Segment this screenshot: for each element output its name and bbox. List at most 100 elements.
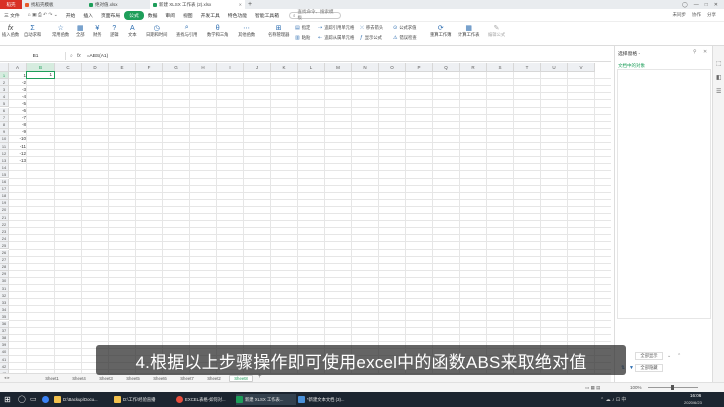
tab-abs-file[interactable]: 绝对值.xlsx xyxy=(86,0,150,9)
row-header-19[interactable]: 19 xyxy=(0,199,9,207)
row-header-18[interactable]: 18 xyxy=(0,192,9,200)
paste-button[interactable]: ▥ 粘贴 xyxy=(295,35,310,41)
row-header-39[interactable]: 39 xyxy=(0,341,9,349)
windows-start-icon[interactable]: ⊞ xyxy=(4,395,11,404)
row-header-34[interactable]: 34 xyxy=(0,306,9,314)
row-header-32[interactable]: 32 xyxy=(0,292,9,300)
menu-formula[interactable]: 公式 xyxy=(124,10,144,20)
taskbar-item-notepad[interactable]: *新建文本文档 (3)... xyxy=(298,394,358,405)
name-box[interactable]: B1 xyxy=(6,52,66,60)
show-all-button[interactable]: 全部显示 xyxy=(635,352,663,360)
row-header-36[interactable]: 36 xyxy=(0,320,9,328)
column-header-j[interactable]: J xyxy=(244,63,271,72)
taskbar-search-icon[interactable]: ◯ xyxy=(18,395,26,403)
taskbar-item-work[interactable]: D:\工作\经验直播 xyxy=(114,394,172,405)
hide-all-button[interactable]: 全部隐藏 xyxy=(635,364,663,372)
row-header-38[interactable]: 38 xyxy=(0,334,9,342)
zoom-level[interactable]: 100% xyxy=(630,385,642,390)
all-functions-button[interactable]: ▦ 全部 xyxy=(76,24,85,38)
taskbar-item-backup[interactable]: D:\Backup\Docu... xyxy=(54,394,112,405)
evaluate-formula-button[interactable]: ⊙ 公式求值 xyxy=(393,25,416,31)
close-window-icon[interactable]: ✕ xyxy=(714,2,718,8)
formula-input[interactable]: =ABS(A1) xyxy=(87,54,108,59)
column-header-v[interactable]: V xyxy=(568,63,595,72)
column-header-a[interactable]: A xyxy=(9,63,27,72)
avatar[interactable]: ◯ xyxy=(682,2,688,8)
maximize-icon[interactable]: □ xyxy=(705,2,708,8)
menu-insert[interactable]: 插入 xyxy=(79,12,97,19)
column-header-o[interactable]: O xyxy=(379,63,406,72)
task-view-icon[interactable]: ▭ xyxy=(30,395,37,403)
objects-list[interactable] xyxy=(617,69,711,319)
cell-a2[interactable]: -2 xyxy=(1,80,27,85)
menu-smart-toolbox[interactable]: 智能工具箱 xyxy=(251,12,283,19)
menu-data[interactable]: 数据 xyxy=(144,12,162,19)
up-arrow-button[interactable]: ⌃ xyxy=(677,353,681,359)
tab-template[interactable]: 找稻壳模板 xyxy=(22,0,86,9)
taskbar-item-browser[interactable]: EXCEL表格-如何对... xyxy=(176,394,234,405)
row-header-25[interactable]: 25 xyxy=(0,242,9,250)
sheet-tab-sheet4[interactable]: Sheet4 xyxy=(67,375,91,382)
quick-access-icons[interactable]: ⌂ ▣ ⎙ ↶ ↷ ⌄ xyxy=(24,12,62,18)
error-check-button[interactable]: ⚠ 错误检查 xyxy=(393,35,417,41)
insert-function-button[interactable]: fx 插入函数 xyxy=(2,24,19,38)
zoom-slider-thumb[interactable] xyxy=(671,385,674,390)
row-header-33[interactable]: 33 xyxy=(0,299,9,307)
row-header-28[interactable]: 28 xyxy=(0,263,9,271)
menu-developer[interactable]: 开发工具 xyxy=(197,12,224,19)
selected-cell-b1[interactable]: 1 xyxy=(26,71,55,80)
sheet-tab-sheet7[interactable]: Sheet7 xyxy=(175,375,199,382)
menu-special[interactable]: 特色功能 xyxy=(224,12,251,19)
zoom-lookup-icon[interactable]: ⌕ xyxy=(70,53,73,59)
row-header-14[interactable]: 14 xyxy=(0,164,9,172)
show-formulas-button[interactable]: ƒ 显示公式 xyxy=(360,35,382,41)
file-menu[interactable]: 三 文件 xyxy=(0,12,24,19)
column-header-n[interactable]: N xyxy=(352,63,379,72)
column-header-p[interactable]: P xyxy=(406,63,433,72)
column-header-i[interactable]: I xyxy=(217,63,244,72)
other-functions-button[interactable]: ⋯ 其他函数 xyxy=(238,24,255,38)
spreadsheet-grid[interactable]: ABCDEFGHIJKLMNOPQRSTUV 1 2 3 4 5 6 7 8 9 10 11 12 13… xyxy=(0,63,611,373)
select-all-corner[interactable] xyxy=(0,63,9,72)
row-header-30[interactable]: 30 xyxy=(0,277,9,285)
datetime-button[interactable]: ◷ 日期和时间 xyxy=(146,24,167,38)
column-header-r[interactable]: R xyxy=(460,63,487,72)
math-button[interactable]: θ 数学和三角 xyxy=(207,24,228,38)
row-header-24[interactable]: 24 xyxy=(0,235,9,243)
row-header-35[interactable]: 35 xyxy=(0,313,9,321)
name-manager-button[interactable]: ⊞ 名称管理器 xyxy=(268,24,289,38)
column-header-q[interactable]: Q xyxy=(433,63,460,72)
browser-icon[interactable] xyxy=(42,396,49,403)
sheet-tab-sheet6[interactable]: Sheet6 xyxy=(148,375,172,382)
cell-a12[interactable]: -12 xyxy=(1,151,27,156)
edit-formula-button[interactable]: ✎ 编辑公式 xyxy=(488,24,505,38)
remove-arrows-button[interactable]: ⤫ 移去箭头 xyxy=(360,25,383,31)
menu-view[interactable]: 视图 xyxy=(179,12,197,19)
recalc-workbook-button[interactable]: ⟳ 重算工作簿 xyxy=(430,24,451,38)
close-tab-icon[interactable]: ✕ xyxy=(239,2,242,7)
sheet-tab-sheet1[interactable]: Sheet1 xyxy=(40,375,64,382)
sheet-tab-sheet2[interactable]: Sheet2 xyxy=(202,375,226,382)
row-header-20[interactable]: 20 xyxy=(0,206,9,214)
menu-home[interactable]: 开始 xyxy=(62,12,80,19)
sheet-tab-sheet3[interactable]: Sheet3 xyxy=(94,375,118,382)
text-button[interactable]: A 文本 xyxy=(128,24,137,38)
column-header-c[interactable]: C xyxy=(55,63,82,72)
common-functions-button[interactable]: ☆ 常用函数 xyxy=(52,24,69,38)
cell-a6[interactable]: -6 xyxy=(1,108,27,113)
clock-time[interactable]: 16:06 xyxy=(690,393,701,398)
fx-button[interactable]: fx xyxy=(77,53,81,59)
calc-sheet-button[interactable]: ▦ 计算工作表 xyxy=(458,24,479,38)
row-header-37[interactable]: 37 xyxy=(0,327,9,335)
tab-new-workbook[interactable]: 新建 XLSX 工作表 (2).xlsx ✕ xyxy=(150,0,245,9)
column-header-d[interactable]: D xyxy=(82,63,109,72)
row-header-21[interactable]: 21 xyxy=(0,214,9,222)
command-search[interactable]: ⌕ 查找命令、搜索模板 xyxy=(289,9,341,20)
column-header-f[interactable]: F xyxy=(136,63,163,72)
trace-dependents-button[interactable]: ⇠ 追踪从属单元格 xyxy=(318,35,354,41)
column-header-s[interactable]: S xyxy=(487,63,514,72)
cell-a9[interactable]: -9 xyxy=(1,129,27,134)
row-header-27[interactable]: 27 xyxy=(0,256,9,264)
property-icon[interactable]: ☰ xyxy=(716,88,721,95)
minimize-icon[interactable]: — xyxy=(694,2,699,8)
